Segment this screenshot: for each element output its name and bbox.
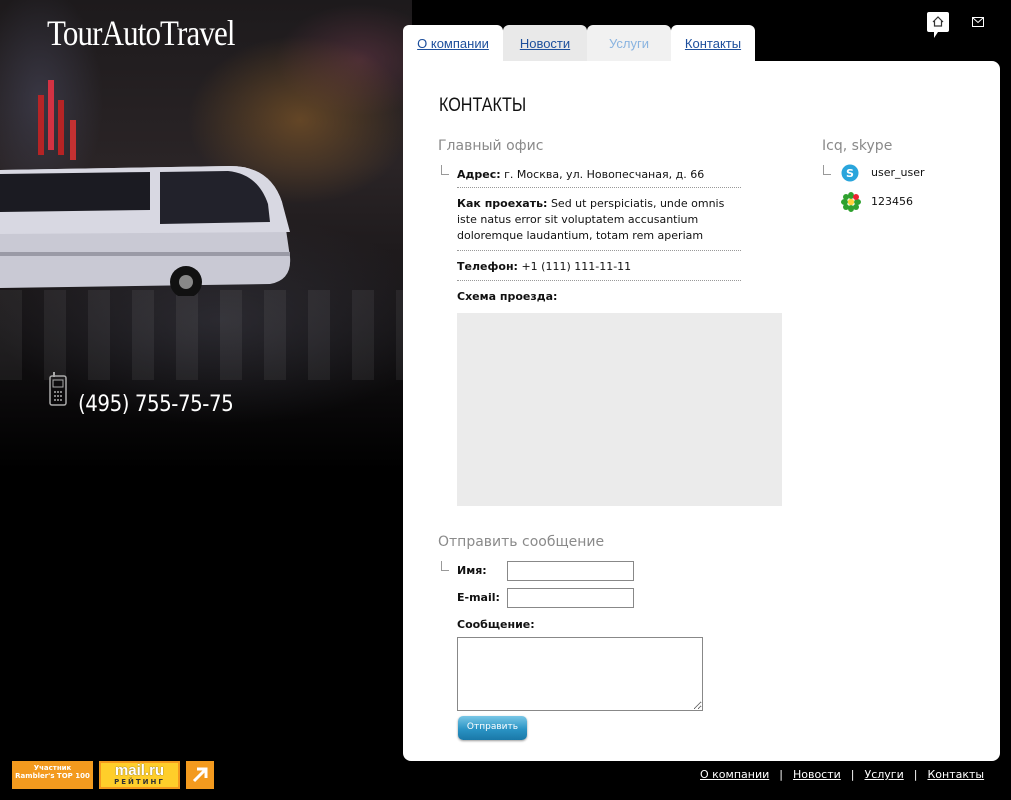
phone-value: +1 (111) 111-11-11 xyxy=(521,260,632,273)
office-directions: Как проехать: Sed ut perspiciatis, unde … xyxy=(457,196,741,244)
footer-link-about[interactable]: О компании xyxy=(700,768,769,781)
separator xyxy=(457,187,741,188)
mailru-rating-badge[interactable]: mail.ru РЕЙТИНГ xyxy=(99,761,180,789)
mail-icon[interactable] xyxy=(972,17,984,27)
mailru-badge-subtitle: РЕЙТИНГ xyxy=(114,778,165,786)
footer-nav: О компании | Новости | Услуги | Контакты xyxy=(700,768,984,781)
icq-icon xyxy=(841,192,861,212)
mailru-badge-title: mail.ru xyxy=(114,762,165,779)
home-icon[interactable] xyxy=(926,11,950,39)
arrow-icon xyxy=(823,165,831,175)
rambler-top100-badge[interactable]: Участник Rambler's TOP 100 xyxy=(12,761,93,789)
address-value: г. Москва, ул. Новопесчаная, д. 66 xyxy=(504,168,705,181)
arrow-badge-icon[interactable] xyxy=(186,761,214,789)
arrow-icon xyxy=(441,561,449,571)
header-phone-number: (495) 755-75-75 xyxy=(78,392,234,417)
tab-contacts[interactable]: Контакты xyxy=(671,25,755,61)
message-textarea[interactable] xyxy=(457,637,703,711)
footer-link-services[interactable]: Услуги xyxy=(865,768,904,781)
svg-text:S: S xyxy=(846,167,854,180)
site-logo[interactable]: TourAutoTravel xyxy=(47,12,235,54)
send-button[interactable]: Отправить xyxy=(458,716,527,740)
name-input[interactable] xyxy=(507,561,634,581)
tab-services[interactable]: Услуги xyxy=(587,25,671,61)
office-address: Адрес: г. Москва, ул. Новопесчаная, д. 6… xyxy=(457,167,741,183)
icq-value: 123456 xyxy=(871,195,913,208)
directions-label: Как проехать: xyxy=(457,197,548,210)
red-light xyxy=(48,80,54,150)
tab-news[interactable]: Новости xyxy=(503,25,587,61)
email-input[interactable] xyxy=(507,588,634,608)
office-phone: Телефон: +1 (111) 111-11-11 xyxy=(457,259,741,275)
footer-divider: | xyxy=(850,768,855,781)
name-label: Имя: xyxy=(457,564,487,577)
page-title: КОНТАКТЫ xyxy=(439,95,527,116)
phone-icon xyxy=(49,372,67,406)
email-label: E-mail: xyxy=(457,591,500,604)
messengers-section-title: Icq, skype xyxy=(822,138,893,154)
message-section-title: Отправить сообщение xyxy=(438,534,605,550)
office-map-label: Схема проезда: xyxy=(457,289,741,305)
footer-divider: | xyxy=(779,768,783,781)
address-label: Адрес: xyxy=(457,168,501,181)
red-light xyxy=(58,100,64,155)
separator xyxy=(457,250,741,251)
footer-link-news[interactable]: Новости xyxy=(793,768,841,781)
office-section-title: Главный офис xyxy=(438,138,544,154)
content-panel: КОНТАКТЫ Главный офис Адрес: г. Москва, … xyxy=(403,61,1000,761)
footer-divider: | xyxy=(913,768,918,781)
message-label: Сообщение: xyxy=(457,618,535,631)
route-map[interactable] xyxy=(457,313,782,506)
crosswalk-stripes xyxy=(0,290,412,380)
map-label: Схема проезда: xyxy=(457,290,558,303)
red-light xyxy=(70,120,76,160)
bus-image xyxy=(0,166,291,296)
red-light xyxy=(38,95,44,155)
footer-link-contacts[interactable]: Контакты xyxy=(927,768,984,781)
main-nav-tabs: О компании Новости Услуги Контакты xyxy=(403,25,755,61)
tab-about[interactable]: О компании xyxy=(403,25,503,61)
rambler-badge-text: Участник Rambler's TOP 100 xyxy=(13,762,92,788)
separator xyxy=(457,280,741,281)
skype-icon: S xyxy=(841,164,859,182)
skype-value: user_user xyxy=(871,166,925,179)
phone-label: Телефон: xyxy=(457,260,518,273)
arrow-icon xyxy=(441,165,449,175)
